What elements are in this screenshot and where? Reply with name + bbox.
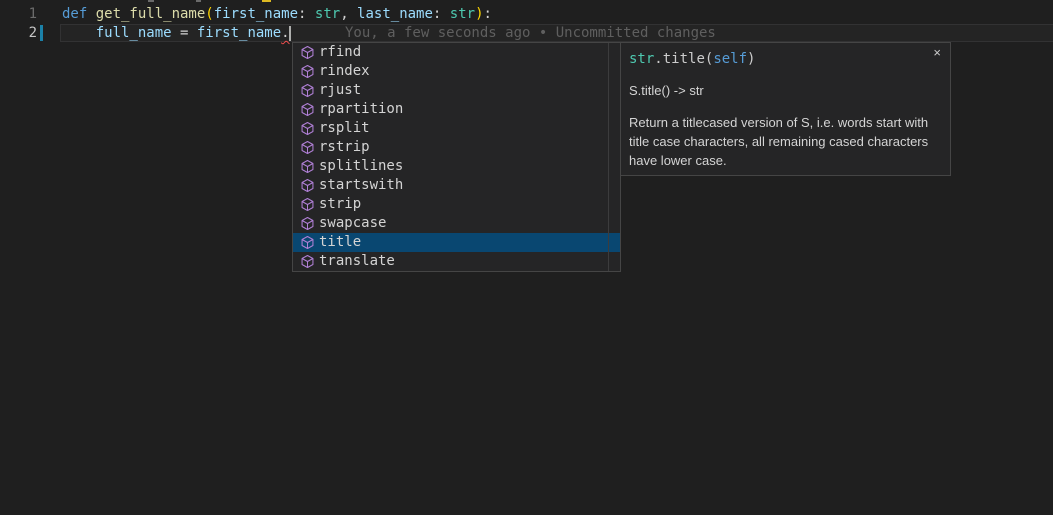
method-icon (299, 216, 315, 232)
line-number: 1 (0, 5, 37, 24)
method-icon (299, 64, 315, 80)
suggestion-label: splitlines (319, 157, 403, 176)
suggestion-item[interactable]: rjust (293, 81, 620, 100)
suggestion-item[interactable]: strip (293, 195, 620, 214)
code-line[interactable]: def get_full_name(first_name: str, last_… (62, 5, 492, 24)
docs-summary: S.title() -> str (629, 83, 940, 99)
close-icon[interactable]: × (933, 46, 941, 60)
suggestion-label: rpartition (319, 100, 403, 119)
suggestion-item[interactable]: title (293, 233, 620, 252)
suggestion-item[interactable]: splitlines (293, 157, 620, 176)
method-icon (299, 102, 315, 118)
suggestion-item[interactable]: rstrip (293, 138, 620, 157)
method-icon (299, 121, 315, 137)
text-cursor (289, 26, 291, 41)
suggestion-item[interactable]: rsplit (293, 119, 620, 138)
suggestion-label: rstrip (319, 138, 370, 157)
suggestion-label: title (319, 233, 361, 252)
line-number: 2 (0, 24, 37, 43)
suggestion-item[interactable]: translate (293, 252, 620, 271)
suggestion-label: strip (319, 195, 361, 214)
breadcrumb-sliver-mark (196, 0, 201, 2)
method-icon (299, 178, 315, 194)
suggest-list: rfindrindexrjustrpartitionrsplitrstripsp… (293, 43, 620, 271)
method-icon (299, 235, 315, 251)
suggestion-label: rjust (319, 81, 361, 100)
suggest-widget: rfindrindexrjustrpartitionrsplitrstripsp… (292, 42, 621, 272)
suggestion-item[interactable]: rpartition (293, 100, 620, 119)
suggestion-item[interactable]: rfind (293, 43, 620, 62)
method-icon (299, 83, 315, 99)
suggestion-item[interactable]: startswith (293, 176, 620, 195)
suggestion-item[interactable]: swapcase (293, 214, 620, 233)
suggestion-label: rsplit (319, 119, 370, 138)
method-icon (299, 140, 315, 156)
docs-signature: str.title(self) (629, 50, 940, 69)
suggestion-label: translate (319, 252, 395, 271)
breadcrumb-sliver-mark (148, 0, 154, 2)
docs-description: Return a titlecased version of S, i.e. w… (629, 113, 934, 170)
suggestion-label: startswith (319, 176, 403, 195)
method-icon (299, 197, 315, 213)
suggestion-label: rindex (319, 62, 370, 81)
editor-window: { "colors": { "editor_bg": "#1f1f1f", "w… (0, 0, 1053, 515)
blame-annotation: You, a few seconds ago • Uncommitted cha… (345, 24, 716, 43)
breadcrumb-sliver-mark (262, 0, 271, 2)
suggestion-label: rfind (319, 43, 361, 62)
suggestion-label: swapcase (319, 214, 386, 233)
docs-panel: str.title(self) S.title() -> str Return … (620, 42, 951, 176)
method-icon (299, 159, 315, 175)
code-line[interactable]: full_name = first_name. (62, 24, 290, 43)
suggestion-item[interactable]: rindex (293, 62, 620, 81)
modified-line-indicator (40, 25, 43, 41)
method-icon (299, 254, 315, 270)
method-icon (299, 45, 315, 61)
suggest-scrollbar[interactable] (608, 43, 609, 271)
